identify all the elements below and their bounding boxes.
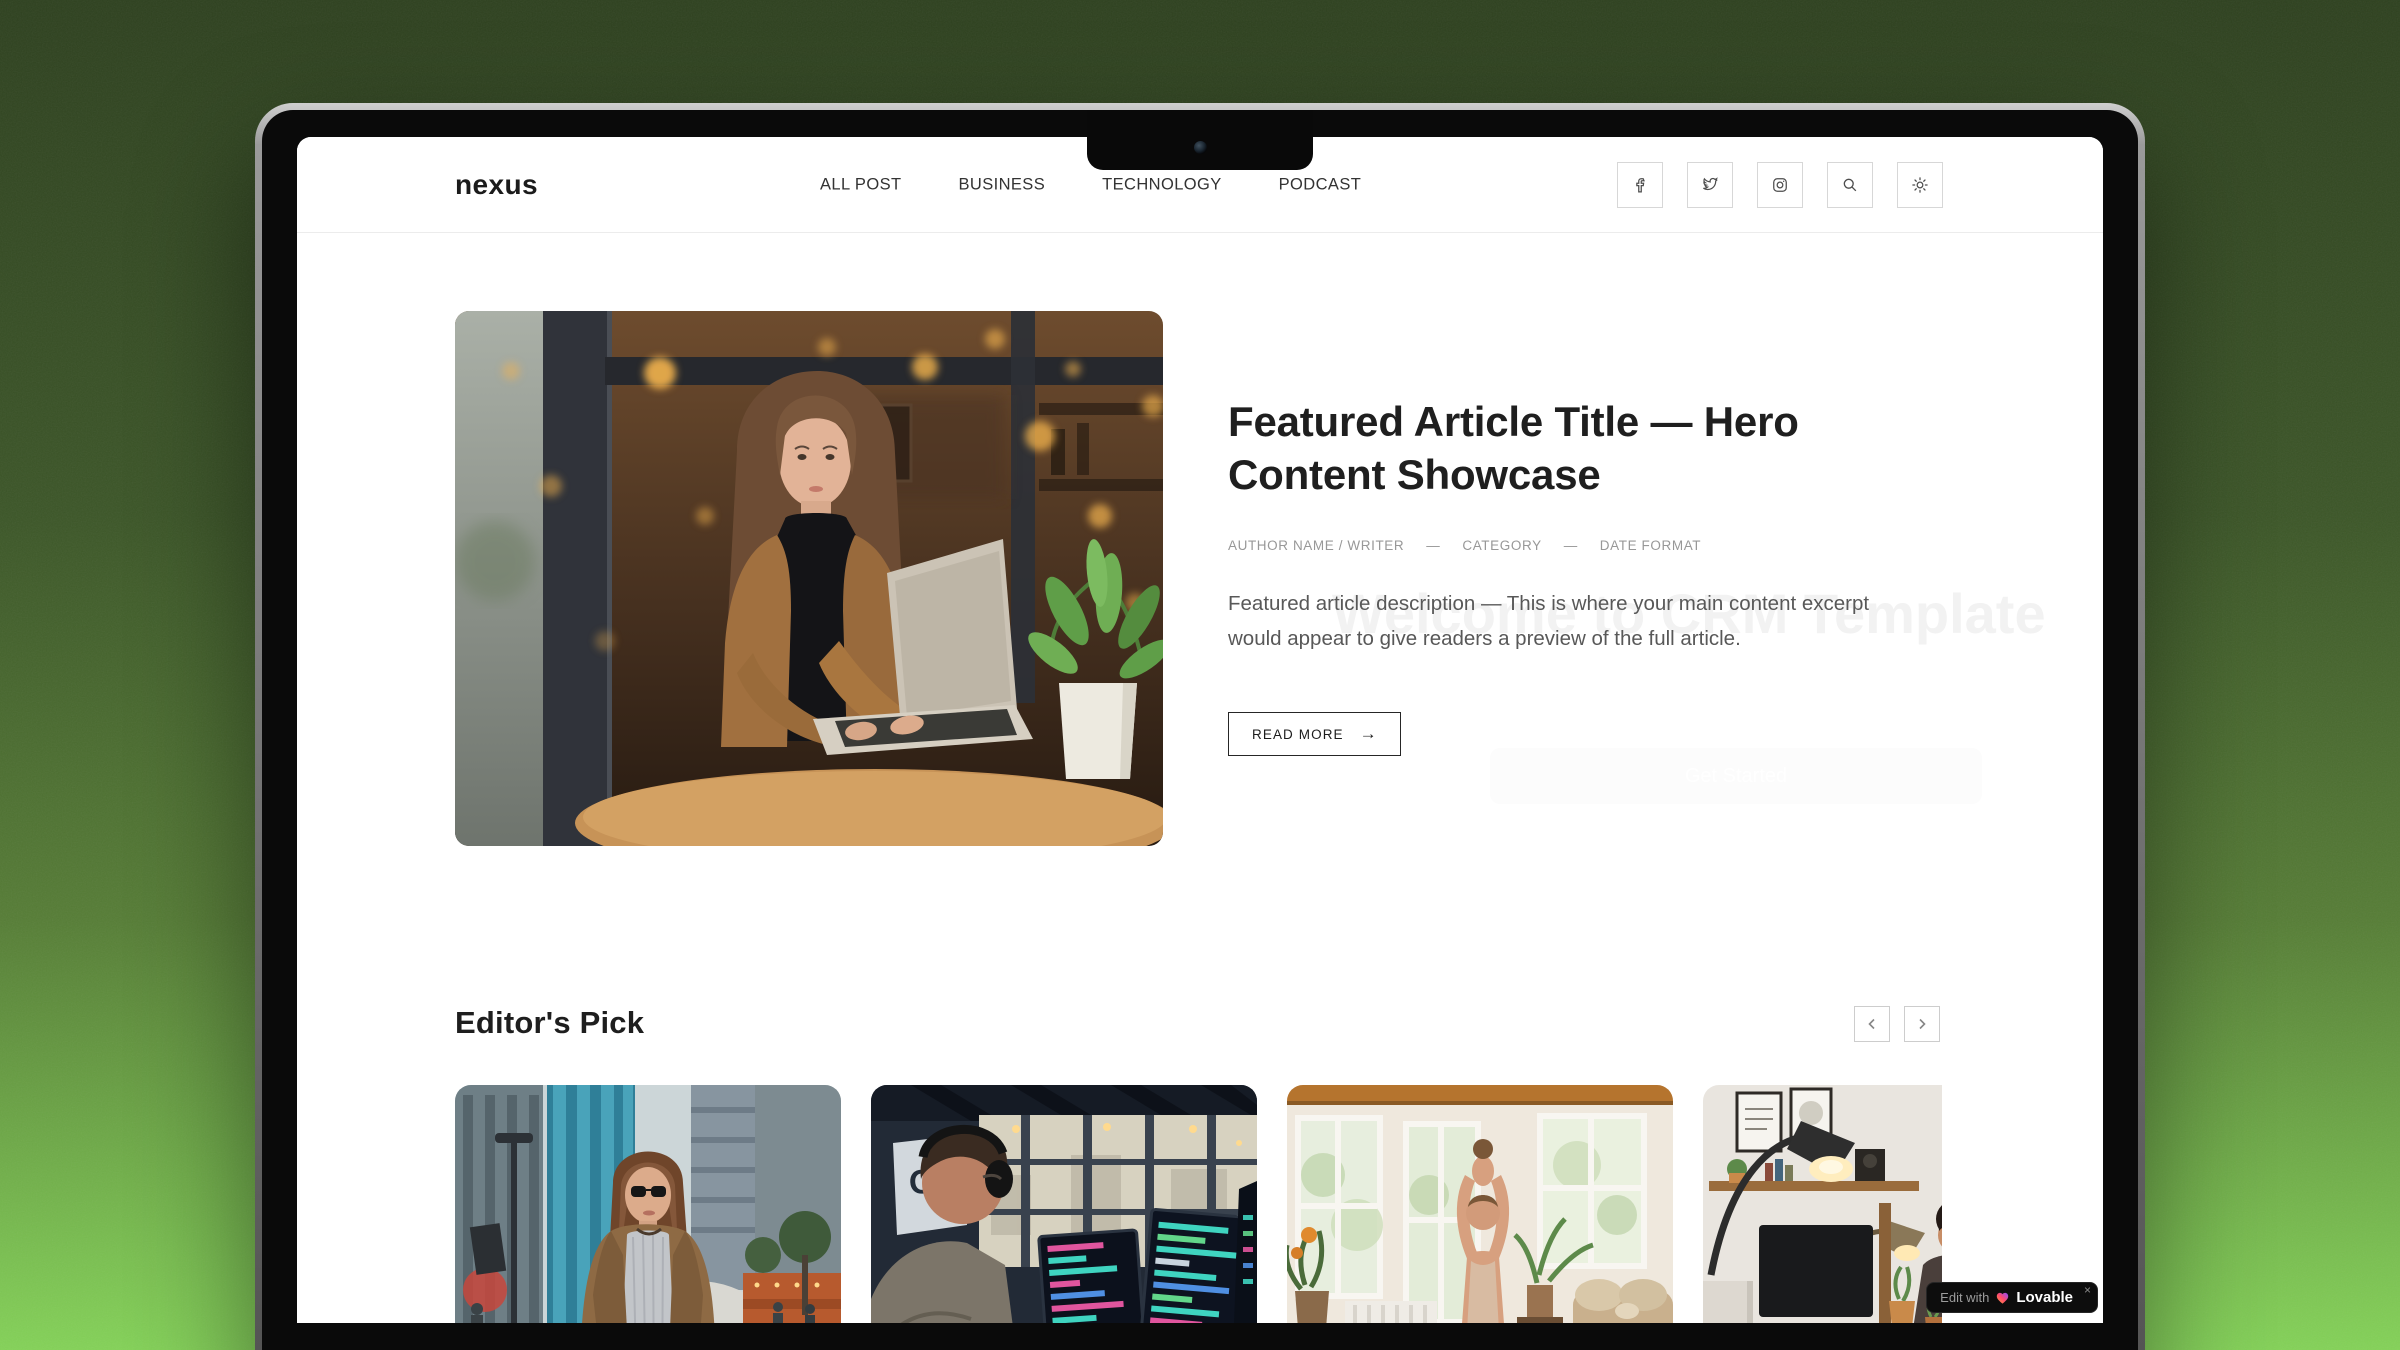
site-logo[interactable]: nexus <box>455 169 538 201</box>
nav-item-podcast[interactable]: PODCAST <box>1279 175 1362 194</box>
header-actions <box>1617 162 1943 208</box>
featured-article-title: Featured Article Title — Hero Content Sh… <box>1228 395 1948 501</box>
sun-icon <box>1910 175 1930 195</box>
laptop-mockup-frame: nexus ALL POST BUSINESS TECHNOLOGY PODCA… <box>255 103 2145 1350</box>
main-nav: ALL POST BUSINESS TECHNOLOGY PODCAST <box>820 175 1361 194</box>
carousel-prev-button[interactable] <box>1854 1006 1890 1042</box>
webcam-icon <box>1194 141 1207 154</box>
carousel-track: OV <box>455 1085 1942 1323</box>
carousel-pager <box>1854 1006 1940 1042</box>
chevron-right-icon <box>1915 1017 1929 1031</box>
post-card-lifestyle-yoga[interactable] <box>1287 1085 1673 1323</box>
featured-article-meta: AUTHOR NAME / WRITER — CATEGORY — DATE F… <box>1228 538 1701 553</box>
editors-pick-heading: Editor's Pick <box>455 1005 644 1041</box>
featured-article-image[interactable] <box>455 311 1163 846</box>
post-card-city-fashion[interactable] <box>455 1085 841 1323</box>
carousel-next-button[interactable] <box>1904 1006 1940 1042</box>
browser-screen: nexus ALL POST BUSINESS TECHNOLOGY PODCA… <box>297 137 2103 1323</box>
instagram-button[interactable] <box>1757 162 1803 208</box>
featured-article-description: Featured article description — This is w… <box>1228 586 1928 656</box>
meta-separator: — <box>1426 538 1440 553</box>
twitter-icon <box>1700 174 1721 195</box>
chevron-left-icon <box>1865 1017 1879 1031</box>
post-card-technology-programmer[interactable]: OV <box>871 1085 1257 1323</box>
ghost-get-started-button: Get Started <box>1490 748 1982 804</box>
nav-item-business[interactable]: BUSINESS <box>958 175 1045 194</box>
facebook-icon <box>1630 175 1650 195</box>
desktop-wallpaper-stage: nexus ALL POST BUSINESS TECHNOLOGY PODCA… <box>0 0 2400 1350</box>
search-icon <box>1840 175 1860 195</box>
instagram-icon <box>1770 175 1790 195</box>
read-more-label: READ MORE <box>1252 727 1344 742</box>
badge-prefix-label: Edit with <box>1940 1290 1989 1305</box>
search-button[interactable] <box>1827 162 1873 208</box>
read-more-button[interactable]: READ MORE → <box>1228 712 1401 756</box>
arrow-right-icon: → <box>1360 724 1377 744</box>
meta-separator: — <box>1564 538 1578 553</box>
twitter-button[interactable] <box>1687 162 1733 208</box>
meta-author[interactable]: AUTHOR NAME / WRITER <box>1228 538 1404 553</box>
nav-item-technology[interactable]: TECHNOLOGY <box>1102 175 1222 194</box>
facebook-button[interactable] <box>1617 162 1663 208</box>
nav-item-all-post[interactable]: ALL POST <box>820 175 901 194</box>
laptop-camera-notch <box>1087 110 1313 170</box>
editors-pick-carousel: OV <box>455 1085 1942 1323</box>
badge-close-icon[interactable]: × <box>2084 1284 2091 1296</box>
heart-icon <box>1995 1291 2010 1305</box>
laptop-bezel: nexus ALL POST BUSINESS TECHNOLOGY PODCA… <box>262 110 2138 1350</box>
badge-brand-label: Lovable <box>2016 1289 2073 1306</box>
theme-toggle-button[interactable] <box>1897 162 1943 208</box>
meta-date: DATE FORMAT <box>1600 538 1701 553</box>
edit-with-lovable-badge[interactable]: Edit with Lovable × <box>1926 1282 2098 1313</box>
post-card-business-home-office[interactable] <box>1703 1085 1942 1323</box>
meta-category[interactable]: CATEGORY <box>1462 538 1541 553</box>
